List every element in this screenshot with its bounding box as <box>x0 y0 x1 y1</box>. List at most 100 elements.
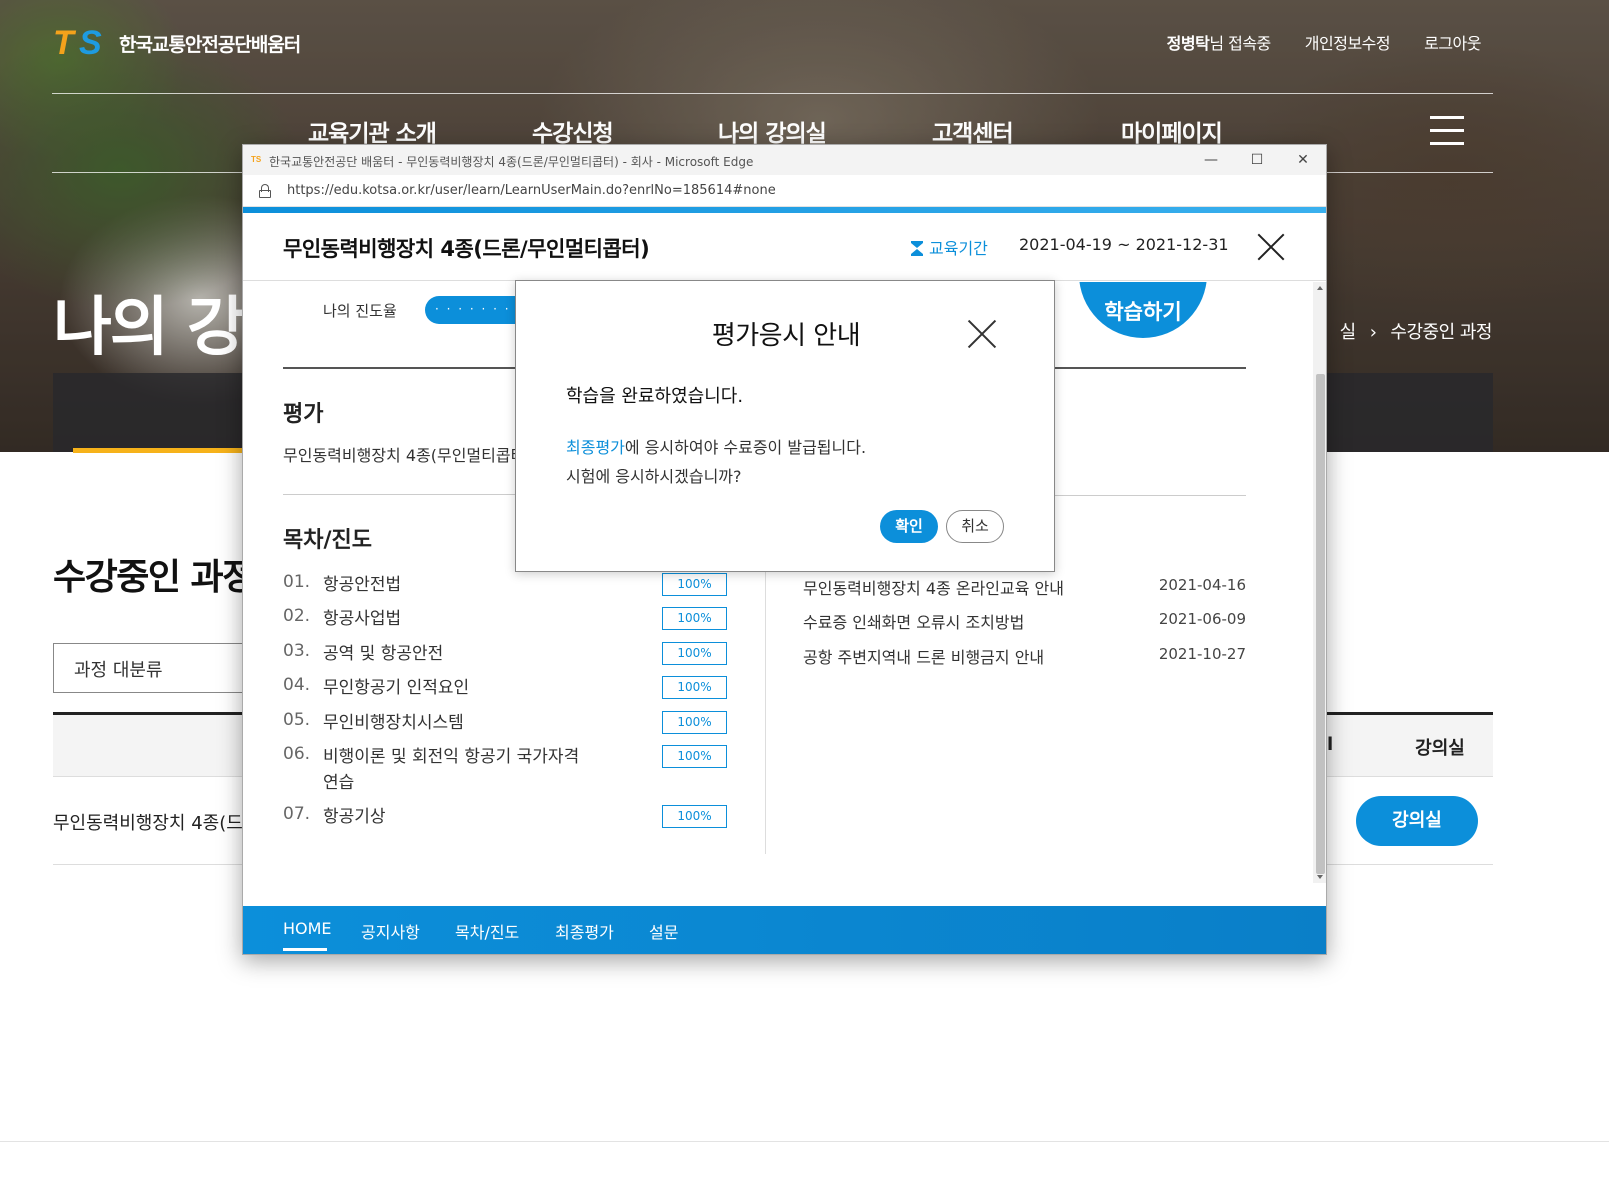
toc-progress-badge: 100% <box>662 676 727 699</box>
ts-logo-icon: T S <box>53 24 102 62</box>
period-dates: 2021-04-19 ~ 2021-12-31 <box>1019 235 1229 254</box>
nav-notices[interactable]: 공지사항 <box>361 919 420 943</box>
toc-progress-badge: 100% <box>662 711 727 734</box>
user-name: 정병탁 <box>1166 34 1210 53</box>
maximize-button[interactable]: ☐ <box>1234 145 1280 175</box>
nav-toc[interactable]: 목차/진도 <box>455 919 519 943</box>
menu-icon[interactable] <box>1430 116 1464 146</box>
dialog-detail-text: 에 응시하여야 수료증이 발급됩니다. <box>624 438 867 457</box>
table-row-course-title: 무인동력비행장치 4종(드 <box>53 813 243 834</box>
breadcrumb-item[interactable]: 실 <box>1340 322 1357 343</box>
period-label-text: 교육기간 <box>929 239 988 258</box>
toc-item[interactable]: 06. 비행이론 및 회전익 항공기 국가자격연습 100% <box>283 744 733 800</box>
address-bar[interactable]: https://edu.kotsa.or.kr/user/learn/Learn… <box>243 175 1326 207</box>
minimize-button[interactable]: — <box>1188 145 1234 175</box>
toc-item[interactable]: 04. 무인항공기 인적요인 100% <box>283 675 733 705</box>
course-header: 무인동력비행장치 4종(드론/무인멀티콥터) 교육기간 2021-04-19 ~… <box>243 213 1326 281</box>
toc-item[interactable]: 01. 항공안전법 100% <box>283 572 733 602</box>
utility-nav: 정병탁님 접속중 개인정보수정 로그아웃 <box>1166 30 1482 54</box>
nav-home[interactable]: HOME <box>283 919 332 938</box>
start-learning-button[interactable]: 학습하기 <box>1079 282 1207 338</box>
notice-item[interactable]: 무인동력비행장치 4종 온라인교육 안내 2021-04-16 <box>803 575 1246 599</box>
period-label: 교육기간 <box>911 235 988 259</box>
window-titlebar[interactable]: TS 한국교통안전공단 배움터 - 무인동력비행장치 4종(드론/무인멀티콥터)… <box>243 145 1326 175</box>
notice-title: 무인동력비행장치 4종 온라인교육 안내 <box>803 579 1064 598</box>
toc-title: 항공기상 <box>323 807 386 827</box>
gnb-item-mypage[interactable]: 마이페이지 <box>1121 114 1223 148</box>
privacy-link[interactable]: 개인정보수정 <box>1305 30 1391 54</box>
toc-number: 02. <box>283 606 311 626</box>
confirm-button[interactable]: 확인 <box>880 510 938 543</box>
notice-date: 2021-10-27 <box>1158 645 1246 663</box>
window-close-button[interactable]: ✕ <box>1280 145 1326 175</box>
toc-number: 06. <box>283 744 311 764</box>
scroll-down-icon[interactable] <box>1317 875 1323 879</box>
table-header-classroom: 강의실 <box>1415 738 1465 759</box>
window-title: 한국교통안전공단 배움터 - 무인동력비행장치 4종(드론/무인멀티콥터) - … <box>269 155 754 169</box>
right-divider <box>1023 495 1246 496</box>
toc-item[interactable]: 02. 항공사업법 100% <box>283 606 733 636</box>
close-icon[interactable] <box>1255 231 1287 263</box>
logout-link[interactable]: 로그아웃 <box>1424 30 1481 54</box>
toc-number: 01. <box>283 572 311 592</box>
notice-date: 2021-04-16 <box>1158 576 1246 594</box>
toc-item[interactable]: 03. 공역 및 항공안전 100% <box>283 641 733 671</box>
user-status: 정병탁님 접속중 <box>1166 30 1272 54</box>
gnb-item-my-classroom[interactable]: 나의 강의실 <box>718 114 827 148</box>
footer-divider <box>0 1141 1609 1142</box>
toc-title: 항공안전법 <box>323 575 402 595</box>
evaluation-heading: 평가 <box>283 402 324 427</box>
notice-item[interactable]: 수료증 인쇄화면 오류시 조치방법 2021-06-09 <box>803 609 1246 633</box>
nav-survey[interactable]: 설문 <box>649 919 678 943</box>
page-title: 나의 강 <box>53 291 246 365</box>
toc-number: 04. <box>283 675 311 695</box>
exam-notice-dialog: 평가응시 안내 학습을 완료하였습니다. 최종평가에 응시하여야 수료증이 발급… <box>515 280 1055 572</box>
scrollbar[interactable] <box>1313 282 1326 883</box>
site-favicon-icon: TS <box>251 155 262 164</box>
nav-final-exam[interactable]: 최종평가 <box>555 919 614 943</box>
cancel-button[interactable]: 취소 <box>946 510 1004 543</box>
progress-label: 나의 진도율 <box>323 302 397 320</box>
toc-title: 항공사업법 <box>323 609 402 629</box>
toc-title: 무인비행장치시스템 <box>323 713 464 733</box>
chevron-right-icon: › <box>1369 322 1377 343</box>
notice-title: 수료증 인쇄화면 오류시 조치방법 <box>803 613 1025 632</box>
section-title: 수강중인 과정 <box>53 557 255 598</box>
toc-number: 05. <box>283 710 311 730</box>
toc-progress-badge: 100% <box>662 607 727 630</box>
toc-heading: 목차/진도 <box>283 528 372 553</box>
toc-progress-badge: 100% <box>662 745 727 768</box>
gnb-item-support[interactable]: 고객센터 <box>932 114 1014 148</box>
dialog-question: 시험에 응시하시겠습니까? <box>566 467 742 486</box>
evaluation-course-name[interactable]: 무인동력비행장치 4종(무인멀티콥터) <box>283 442 532 466</box>
close-icon[interactable] <box>967 319 997 349</box>
notice-item[interactable]: 공항 주변지역내 드론 비행금지 안내 2021-10-27 <box>803 644 1246 668</box>
toc-title: 공역 및 항공안전 <box>323 644 444 664</box>
course-title: 무인동력비행장치 4종(드론/무인멀티콥터) <box>283 237 650 261</box>
toc-title: 비행이론 및 회전익 항공기 국가자격연습 <box>323 747 580 793</box>
site-logo[interactable]: T S 한국교통안전공단배움터 <box>53 24 301 62</box>
classroom-button[interactable]: 강의실 <box>1356 796 1478 846</box>
url-text[interactable]: https://edu.kotsa.or.kr/user/learn/Learn… <box>287 183 776 198</box>
toc-item[interactable]: 05. 무인비행장치시스템 100% <box>283 710 733 740</box>
toc-number: 07. <box>283 804 311 824</box>
breadcrumb-current: 수강중인 과정 <box>1390 322 1492 343</box>
header-divider <box>52 93 1493 94</box>
dialog-message: 학습을 완료하였습니다. <box>566 386 744 407</box>
scroll-up-icon[interactable] <box>1317 286 1323 290</box>
sub-tab-active-indicator <box>73 448 243 453</box>
breadcrumb: 실 › 수강중인 과정 <box>1340 318 1493 344</box>
user-suffix: 님 접속중 <box>1209 34 1271 53</box>
toc-title: 무인항공기 인적요인 <box>323 678 470 698</box>
gnb-item-about[interactable]: 교육기관 소개 <box>308 114 437 148</box>
nav-active-indicator <box>283 948 327 951</box>
toc-item[interactable]: 07. 항공기상 100% <box>283 804 733 834</box>
dialog-detail: 최종평가에 응시하여야 수료증이 발급됩니다. <box>566 434 866 458</box>
final-exam-link[interactable]: 최종평가 <box>566 438 625 457</box>
scroll-thumb[interactable] <box>1316 374 1325 874</box>
toc-progress-badge: 100% <box>662 642 727 665</box>
hourglass-icon <box>911 241 923 256</box>
lock-icon[interactable] <box>259 184 271 198</box>
toc-progress-badge: 100% <box>662 805 727 828</box>
gnb-item-enroll[interactable]: 수강신청 <box>532 114 614 148</box>
